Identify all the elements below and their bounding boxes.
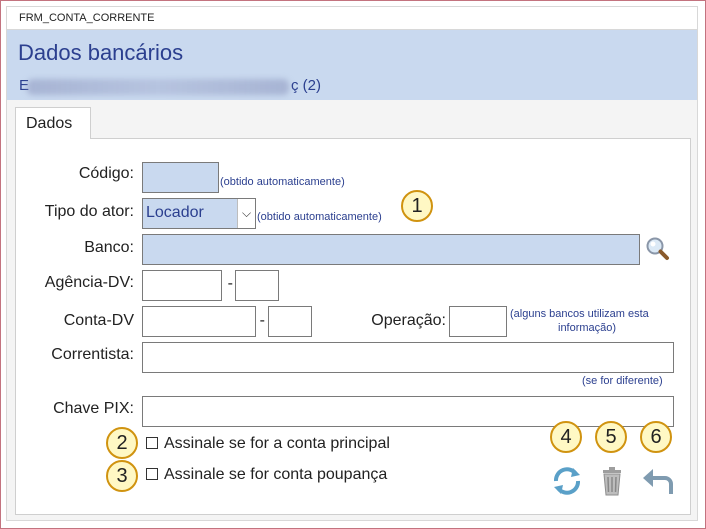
- header: Dados bancários Eç (2): [6, 30, 698, 100]
- tab-dados[interactable]: Dados: [15, 107, 91, 139]
- window-title: FRM_CONTA_CORRENTE: [19, 12, 155, 24]
- window-title-bar: FRM_CONTA_CORRENTE: [6, 6, 698, 30]
- banco-field[interactable]: [142, 234, 640, 265]
- conta-label: Conta-DV: [63, 312, 134, 329]
- chave-pix-field[interactable]: [142, 396, 674, 427]
- callout-badge-1: 1: [401, 190, 433, 222]
- tipo-ator-label: Tipo do ator:: [44, 203, 134, 220]
- agencia-separator: -: [227, 275, 233, 292]
- page-title: Dados bancários: [18, 40, 184, 65]
- conta-poupanca-checkbox[interactable]: [146, 468, 158, 480]
- correntista-label: Correntista:: [51, 346, 134, 363]
- bank-search-button[interactable]: [642, 234, 674, 264]
- correntista-field[interactable]: [142, 342, 674, 373]
- conta-poupanca-label: Assinale se for conta poupança: [164, 466, 388, 483]
- callout-badge-6: 6: [640, 421, 672, 453]
- codigo-label: Código:: [78, 165, 134, 182]
- operacao-note-line2: informação): [558, 322, 617, 334]
- callout-badge-2: 2: [106, 427, 138, 459]
- refresh-button[interactable]: [549, 464, 585, 498]
- codigo-field[interactable]: [142, 162, 219, 193]
- agencia-field[interactable]: [142, 270, 222, 301]
- conta-separator: -: [259, 312, 265, 329]
- banco-label: Banco:: [84, 239, 134, 256]
- trash-icon: [603, 467, 621, 496]
- conta-field[interactable]: [142, 306, 256, 337]
- magnifier-icon: [646, 237, 669, 260]
- chave-pix-label: Chave PIX:: [53, 400, 134, 417]
- correntista-note: (se for diferente): [582, 375, 663, 387]
- tipo-ator-note: (obtido automaticamente): [257, 211, 382, 223]
- callout-badge-5: 5: [595, 421, 627, 453]
- redacted-name: [27, 79, 289, 95]
- operacao-field[interactable]: [449, 306, 507, 337]
- delete-button[interactable]: [594, 464, 630, 498]
- tipo-ator-value: Locador: [146, 204, 204, 221]
- conta-dv-field[interactable]: [268, 306, 312, 337]
- operacao-note-line1: (alguns bancos utilizam esta: [510, 308, 649, 320]
- agencia-dv-field[interactable]: [235, 270, 279, 301]
- callout-badge-4: 4: [550, 421, 582, 453]
- codigo-note: (obtido automaticamente): [220, 176, 345, 188]
- chevron-down-icon[interactable]: ⌵: [237, 199, 255, 228]
- conta-principal-checkbox[interactable]: [146, 437, 158, 449]
- undo-arrow-icon: [643, 469, 673, 494]
- operacao-label: Operação:: [371, 312, 446, 329]
- back-button[interactable]: [639, 464, 675, 498]
- callout-badge-3: 3: [106, 460, 138, 492]
- tipo-ator-select[interactable]: Locador ⌵: [142, 198, 256, 229]
- agencia-label: Agência-DV:: [44, 274, 134, 291]
- subtitle-suffix: ç (2): [291, 77, 322, 94]
- refresh-icon: [554, 467, 580, 495]
- conta-principal-label: Assinale se for a conta principal: [164, 435, 390, 452]
